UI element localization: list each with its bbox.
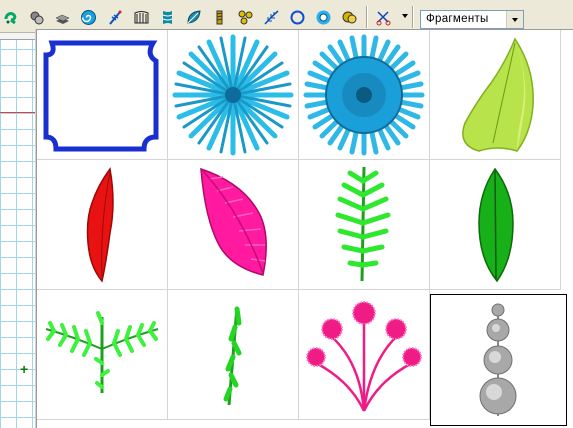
fragment-green-stem[interactable] bbox=[168, 290, 299, 420]
monogram-icon[interactable] bbox=[340, 8, 359, 27]
comb-icon[interactable] bbox=[132, 8, 151, 27]
feather-icon[interactable] bbox=[262, 8, 281, 27]
needle-wand-icon[interactable] bbox=[106, 8, 125, 27]
fragment-pink-flower-bouquet[interactable] bbox=[299, 290, 430, 420]
fragment-dark-green-leaf[interactable] bbox=[430, 160, 561, 290]
circle-icon[interactable] bbox=[288, 8, 307, 27]
fragment-blue-sun-disc[interactable] bbox=[299, 30, 430, 160]
fragment-pink-fern-leaf[interactable] bbox=[168, 160, 299, 290]
fragment-blue-sunburst[interactable] bbox=[168, 30, 299, 160]
combo-dropdown-button[interactable] bbox=[506, 11, 523, 28]
fragment-gray-bead-stack[interactable] bbox=[430, 294, 567, 426]
origin-cross-icon: + bbox=[20, 361, 29, 377]
scissors-dropdown-arrow[interactable] bbox=[402, 14, 408, 18]
green-stitch-icon[interactable] bbox=[2, 8, 21, 27]
scissors-icon[interactable] bbox=[374, 8, 393, 27]
column-icon[interactable] bbox=[158, 8, 177, 27]
fragments-combo-value: Фрагменты bbox=[426, 13, 489, 25]
fragment-green-fern-sprig[interactable] bbox=[299, 160, 430, 290]
fragment-square-frame[interactable] bbox=[37, 30, 168, 160]
fragment-green-branch[interactable] bbox=[37, 290, 168, 420]
ruler bbox=[0, 33, 40, 40]
screw-icon[interactable] bbox=[210, 8, 229, 27]
cluster-icon[interactable] bbox=[236, 8, 255, 27]
toolbar-separator bbox=[366, 6, 368, 28]
fragments-panel bbox=[36, 29, 573, 428]
stamp-icon[interactable] bbox=[27, 8, 46, 27]
layers-icon[interactable] bbox=[53, 8, 72, 27]
fragment-lime-leaf[interactable] bbox=[430, 30, 561, 160]
spiral-icon[interactable] bbox=[79, 8, 98, 27]
leaf-icon[interactable] bbox=[184, 8, 203, 27]
toolbar-separator bbox=[412, 6, 414, 28]
fragment-red-leaf[interactable] bbox=[37, 160, 168, 290]
ring-icon[interactable] bbox=[314, 8, 333, 27]
guide-line bbox=[0, 112, 40, 113]
fragments-combo[interactable]: Фрагменты bbox=[420, 10, 524, 29]
